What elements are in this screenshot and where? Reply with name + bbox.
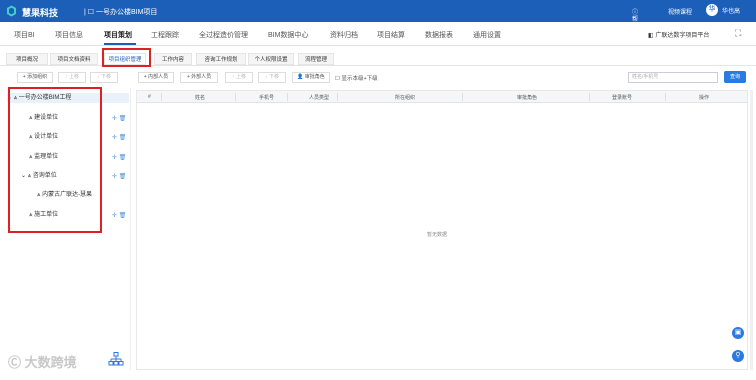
tab-documents[interactable]: 项目文档资料 <box>50 53 98 65</box>
nav-item-archive[interactable]: 资料归档 <box>330 30 358 40</box>
nav-item-reports[interactable]: 数据报表 <box>425 30 453 40</box>
book-icon[interactable]: ▣ <box>732 327 744 339</box>
tab-process[interactable]: 流程管理 <box>298 53 334 65</box>
nav-item-planning[interactable]: 项目策划 <box>104 30 132 40</box>
add-internal-button[interactable]: + 内部人员 <box>138 72 174 83</box>
fullscreen-icon[interactable]: ⛶ <box>735 28 741 39</box>
nav-item-bim[interactable]: BIM数据中心 <box>268 30 308 40</box>
org-up-button[interactable]: ↑ 上移 <box>58 72 86 83</box>
person-up-button[interactable]: ↑ 上移 <box>225 72 253 83</box>
add-external-button[interactable]: + 外部人员 <box>180 72 218 83</box>
personnel-table: # 姓名 手机号 人员类型 所在组织 审批角色 登录账号 操作 暂无数据 <box>136 90 748 370</box>
org-down-button[interactable]: ↓ 下移 <box>90 72 118 83</box>
nav-item-settings[interactable]: 通用设置 <box>473 30 501 40</box>
column-header: 人员类型 <box>309 95 330 101</box>
brand-name: 慧果科技 <box>22 8 59 18</box>
watermark: Ⓒ 大数跨境 <box>8 355 77 370</box>
logo-icon <box>7 5 16 17</box>
show-sub-checkbox[interactable]: ☐ 显示本级+下级 <box>335 74 378 82</box>
platform-link[interactable]: ◧ 广联达数字项目平台 <box>648 30 709 39</box>
node-actions[interactable]: ✛ 🗑 <box>112 134 126 141</box>
column-header: # <box>148 94 151 100</box>
person-down-button[interactable]: ↓ 下移 <box>258 72 286 83</box>
org-chart-icon[interactable] <box>108 352 124 366</box>
video-link[interactable]: 视频课程 <box>668 7 692 16</box>
nav-item-bi[interactable]: 项目BI <box>14 30 35 40</box>
nav-item-settlement[interactable]: 项目结算 <box>377 30 405 40</box>
node-actions[interactable]: ✛ 🗑 <box>112 173 126 180</box>
nav-active-indicator <box>104 43 136 45</box>
nav-item-info[interactable]: 项目信息 <box>55 30 83 40</box>
node-actions[interactable]: ✛ 🗑 <box>112 212 126 219</box>
approval-role-button[interactable]: 👤 审批角色 <box>292 72 330 83</box>
tab-work-content[interactable]: 工作内容 <box>154 53 192 65</box>
column-header: 操作 <box>699 95 710 101</box>
table-header: # 姓名 手机号 人员类型 所在组织 审批角色 登录账号 操作 <box>137 91 747 103</box>
node-actions[interactable]: ✛ 🗑 <box>112 115 126 122</box>
tab-permissions[interactable]: 个人权限设置 <box>248 53 294 65</box>
query-button[interactable]: 查询 <box>724 71 746 83</box>
search-input[interactable]: 姓名/手机号 <box>628 72 718 83</box>
column-header: 所在组织 <box>395 95 416 101</box>
project-name: 一号办公楼BIM项目 <box>95 9 158 16</box>
nav-item-tracking[interactable]: 工程跟踪 <box>151 30 179 40</box>
nav-item-cost[interactable]: 全过程造价管理 <box>199 30 248 40</box>
highlight-tree-box <box>8 87 102 233</box>
highlight-tab-box <box>102 48 151 67</box>
empty-state: 暂无数据 <box>427 232 448 238</box>
add-org-button[interactable]: + 添加组织 <box>17 72 53 83</box>
column-header: 手机号 <box>259 95 275 101</box>
tab-consulting-plan[interactable]: 咨询工作规划 <box>196 53 246 65</box>
main-nav: 项目BI 项目信息 项目策划 工程跟踪 全过程造价管理 BIM数据中心 资料归档… <box>0 22 756 46</box>
user-name[interactable]: 华也高 <box>722 6 740 15</box>
column-header: 登录账号 <box>612 95 633 101</box>
tab-overview[interactable]: 项目概况 <box>6 53 48 65</box>
help-link[interactable]: 帮助 ⓘ <box>632 7 638 32</box>
top-bar: 慧果科技 | ☐ 一号办公楼BIM项目 帮助 ⓘ 视频课程 华 华也高 <box>0 0 756 32</box>
column-header: 审批角色 <box>517 95 538 101</box>
column-header: 姓名 <box>195 95 206 101</box>
scrollbar[interactable] <box>750 90 753 370</box>
location-icon[interactable]: ⚲ <box>732 350 744 362</box>
project-selector[interactable]: | ☐ 一号办公楼BIM项目 <box>84 7 157 17</box>
avatar[interactable]: 华 <box>706 4 718 16</box>
node-actions[interactable]: ✛ 🗑 <box>112 154 126 161</box>
